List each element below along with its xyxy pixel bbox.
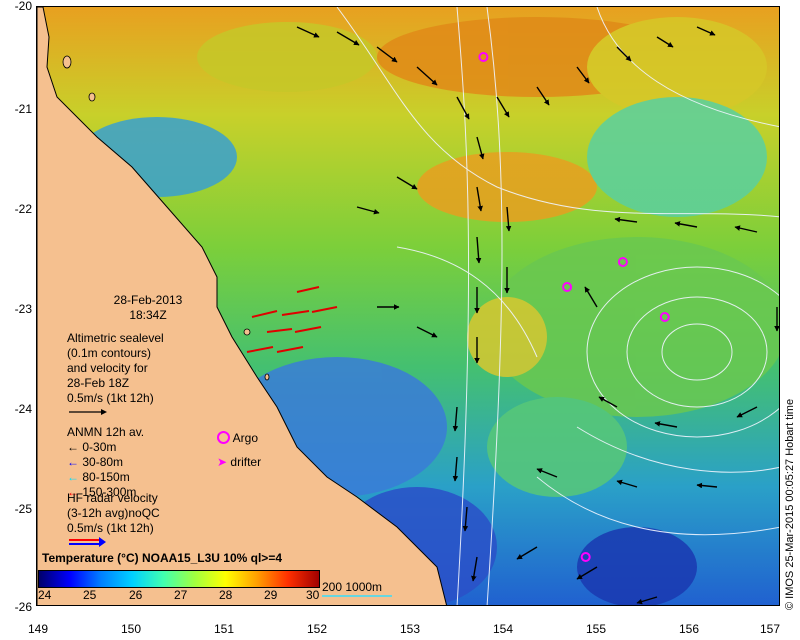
- colorbar-ticks: 24 25 26 27 28 29 30: [38, 588, 320, 604]
- time-text: 18:34Z: [129, 308, 167, 322]
- altimetry-line: (0.1m contours): [67, 346, 152, 360]
- argo-circle-icon: [217, 431, 230, 444]
- anmn-title: ANMN 12h av.: [67, 425, 145, 439]
- colorbar-tick: 28: [219, 588, 233, 602]
- altimetry-legend: Altimetric sealevel (0.1m contours) and …: [67, 331, 164, 421]
- bathy-legend: 200 1000m: [322, 580, 392, 597]
- colorbar-tick: 29: [264, 588, 278, 602]
- colorbar-tick: 30: [306, 588, 320, 602]
- x-tick-label: 157: [759, 622, 781, 636]
- colorbar-tick: 24: [38, 588, 52, 602]
- colorbar-tick: 25: [83, 588, 97, 602]
- credit-text: © IMOS 25-Mar-2015 00:05:27 Hobart time: [784, 398, 796, 610]
- drifter-label: drifter: [230, 455, 262, 469]
- x-tick-label: 154: [492, 622, 514, 636]
- y-tick-label: -22: [14, 202, 32, 216]
- colorbar-title-bold: Temperature: [42, 551, 114, 565]
- map-panel[interactable]: 28-Feb-2013 18:34Z Altimetric sealevel (…: [36, 6, 780, 606]
- x-tick-label: 152: [306, 622, 328, 636]
- altimetry-line: 28-Feb 18Z: [67, 376, 130, 390]
- colorbar-tick: 27: [174, 588, 188, 602]
- x-tick-label: 156: [678, 622, 700, 636]
- arrow-black-icon: ←: [67, 440, 79, 454]
- y-tick-label: -20: [14, 0, 32, 13]
- x-tick-label: 149: [27, 622, 49, 636]
- x-tick-label: 150: [120, 622, 142, 636]
- bathy-line-icon: [322, 595, 392, 597]
- colorbar-tick: 26: [129, 588, 143, 602]
- date-text: 28-Feb-2013: [113, 293, 183, 307]
- date-label: 28-Feb-2013 18:34Z: [93, 293, 203, 323]
- hf-radar-line: (3-12h avg)noQC: [67, 506, 160, 520]
- argo-label: Argo: [232, 431, 259, 445]
- y-tick-label: -25: [14, 502, 32, 516]
- colorbar: [38, 570, 320, 588]
- hf-radar-legend: HF radar velocity (3-12h avg)noQC 0.5m/s…: [67, 491, 160, 552]
- hf-radar-scale-arrow-icon: [69, 537, 106, 547]
- anmn-legend: ANMN 12h av. ← 0-30m ← 30-80m ← 80-150m …: [67, 425, 144, 500]
- hf-radar-line: 0.5m/s (1kt 12h): [67, 521, 154, 535]
- anmn-item: ← 0-30m: [67, 440, 117, 454]
- x-tick-label: 153: [399, 622, 421, 636]
- x-tick-label: 151: [213, 622, 235, 636]
- anmn-item: ← 80-150m: [67, 470, 130, 484]
- y-tick-label: -26: [14, 600, 32, 614]
- y-tick-label: -23: [14, 302, 32, 316]
- hf-radar-line: HF radar velocity: [67, 491, 158, 505]
- y-tick-label: -24: [14, 402, 32, 416]
- colorbar-title: Temperature (°C) NOAA15_L3U 10% ql>=4: [42, 551, 282, 565]
- arrow-blue-icon: ←: [67, 455, 79, 469]
- altimetry-scale-arrow-icon: [69, 409, 107, 415]
- altimetry-line: Altimetric sealevel: [67, 331, 164, 345]
- x-tick-label: 155: [585, 622, 607, 636]
- drifter-icon: ➤: [217, 455, 228, 469]
- argo-legend: Argo: [217, 431, 258, 446]
- colorbar-title-rest: (°C) NOAA15_L3U 10% ql>=4: [113, 551, 282, 565]
- anmn-item: ← 30-80m: [67, 455, 124, 469]
- altimetry-line: and velocity for: [67, 361, 148, 375]
- bathy-label: 200 1000m: [322, 580, 383, 594]
- arrow-cyan-icon: ←: [67, 470, 79, 484]
- drifter-legend: ➤ drifter: [217, 455, 261, 470]
- y-tick-label: -21: [14, 102, 32, 116]
- altimetry-line: 0.5m/s (1kt 12h): [67, 391, 154, 405]
